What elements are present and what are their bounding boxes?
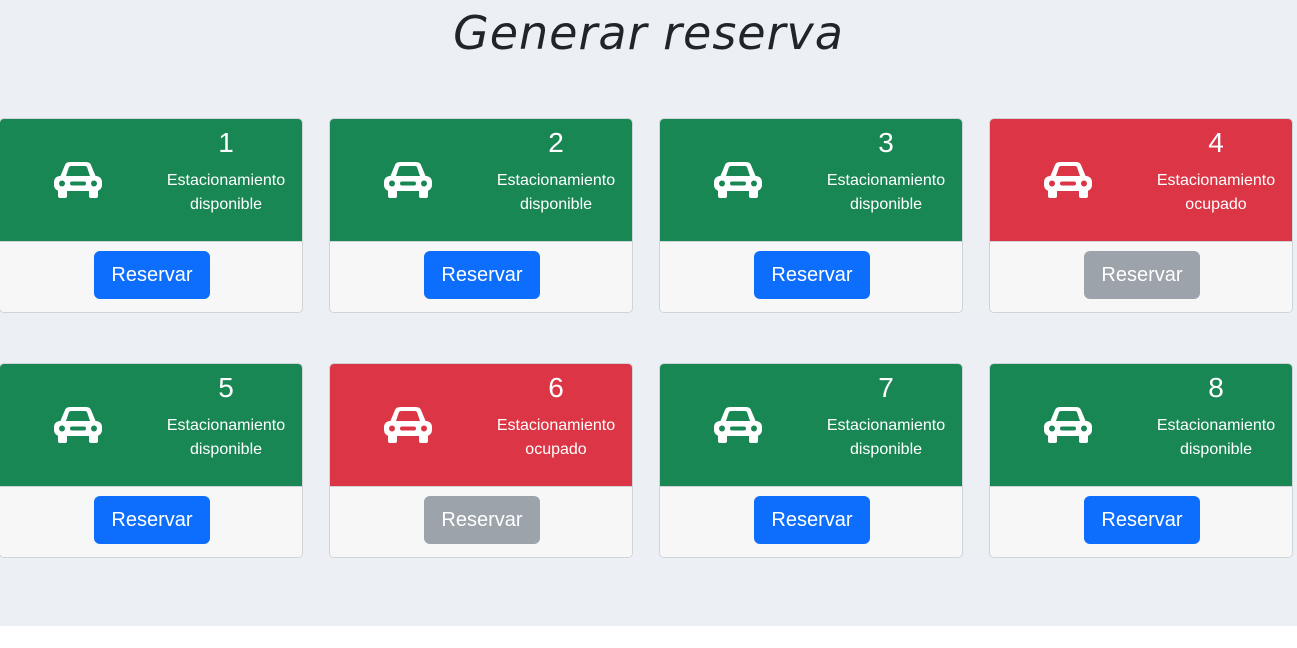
parking-card-footer: Reservar <box>0 486 302 557</box>
spot-status-line2: disponible <box>1179 441 1253 458</box>
spot-number: 8 <box>1208 372 1224 403</box>
parking-card-4: 4 Estacionamiento ocupado Reservar <box>989 118 1293 313</box>
spot-status: Estacionamiento ocupado <box>1150 169 1282 217</box>
spot-status-line1: Estacionamiento <box>826 172 946 189</box>
reserve-button-5[interactable]: Reservar <box>94 496 210 544</box>
parking-card-7: 7 Estacionamiento disponible Reservar <box>659 363 963 558</box>
spot-status-line1: Estacionamiento <box>166 172 286 189</box>
spot-number: 7 <box>878 372 894 403</box>
parking-card-footer: Reservar <box>330 486 632 557</box>
reserve-button-2[interactable]: Reservar <box>424 251 540 299</box>
spot-status-line2: disponible <box>849 196 923 213</box>
parking-card-header: 1 Estacionamiento disponible <box>0 119 302 241</box>
parking-card-8: 8 Estacionamiento disponible Reservar <box>989 363 1293 558</box>
car-icon <box>1044 162 1092 198</box>
spot-number: 1 <box>218 127 234 158</box>
parking-card-header: 4 Estacionamiento ocupado <box>990 119 1292 241</box>
reserve-button-6: Reservar <box>424 496 540 544</box>
car-icon <box>384 162 432 198</box>
spot-status: Estacionamiento disponible <box>160 169 292 217</box>
parking-card-1: 1 Estacionamiento disponible Reservar <box>0 118 303 313</box>
spot-status-line2: disponible <box>519 196 593 213</box>
parking-card-header: 7 Estacionamiento disponible <box>660 364 962 486</box>
spot-number: 2 <box>548 127 564 158</box>
reserve-button-8[interactable]: Reservar <box>1084 496 1200 544</box>
parking-card-header: 3 Estacionamiento disponible <box>660 119 962 241</box>
spot-status-line1: Estacionamiento <box>826 417 946 434</box>
page-title: Generar reserva <box>453 6 844 60</box>
parking-card-footer: Reservar <box>990 241 1292 312</box>
car-icon <box>54 407 102 443</box>
parking-card-footer: Reservar <box>660 486 962 557</box>
spot-status-line1: Estacionamiento <box>496 417 616 434</box>
car-icon <box>384 407 432 443</box>
spot-status-line2: disponible <box>189 441 263 458</box>
spot-status: Estacionamiento disponible <box>490 169 622 217</box>
parking-card-5: 5 Estacionamiento disponible Reservar <box>0 363 303 558</box>
car-icon <box>54 162 102 198</box>
car-icon <box>714 407 762 443</box>
spot-status-line2: ocupado <box>1185 196 1247 213</box>
spot-status-line1: Estacionamiento <box>166 417 286 434</box>
spot-status: Estacionamiento disponible <box>160 414 292 462</box>
parking-card-header: 5 Estacionamiento disponible <box>0 364 302 486</box>
parking-card-footer: Reservar <box>0 241 302 312</box>
spot-number: 4 <box>1208 127 1224 158</box>
parking-card-6: 6 Estacionamiento ocupado Reservar <box>329 363 633 558</box>
spot-status: Estacionamiento disponible <box>820 169 952 217</box>
car-icon <box>714 162 762 198</box>
parking-card-2: 2 Estacionamiento disponible Reservar <box>329 118 633 313</box>
reserve-button-7[interactable]: Reservar <box>754 496 870 544</box>
parking-card-header: 2 Estacionamiento disponible <box>330 119 632 241</box>
parking-card-footer: Reservar <box>990 486 1292 557</box>
spot-status-line1: Estacionamiento <box>1156 417 1276 434</box>
spot-status: Estacionamiento disponible <box>820 414 952 462</box>
spot-status-line2: disponible <box>849 441 923 458</box>
spot-number: 5 <box>218 372 234 403</box>
spot-status-line2: ocupado <box>525 441 587 458</box>
parking-card-header: 8 Estacionamiento disponible <box>990 364 1292 486</box>
spot-number: 3 <box>878 127 894 158</box>
parking-card-footer: Reservar <box>660 241 962 312</box>
spot-status-line1: Estacionamiento <box>496 172 616 189</box>
parking-card-footer: Reservar <box>330 241 632 312</box>
spot-status: Estacionamiento disponible <box>1150 414 1282 462</box>
parking-card-header: 6 Estacionamiento ocupado <box>330 364 632 486</box>
page-background: Generar reserva 1 Estacionamiento dispon… <box>0 0 1297 626</box>
spot-number: 6 <box>548 372 564 403</box>
parking-card-3: 3 Estacionamiento disponible Reservar <box>659 118 963 313</box>
reserve-button-1[interactable]: Reservar <box>94 251 210 299</box>
spot-status: Estacionamiento ocupado <box>490 414 622 462</box>
spot-status-line2: disponible <box>189 196 263 213</box>
reserve-button-4: Reservar <box>1084 251 1200 299</box>
spot-status-line1: Estacionamiento <box>1156 172 1276 189</box>
reserve-button-3[interactable]: Reservar <box>754 251 870 299</box>
car-icon <box>1044 407 1092 443</box>
